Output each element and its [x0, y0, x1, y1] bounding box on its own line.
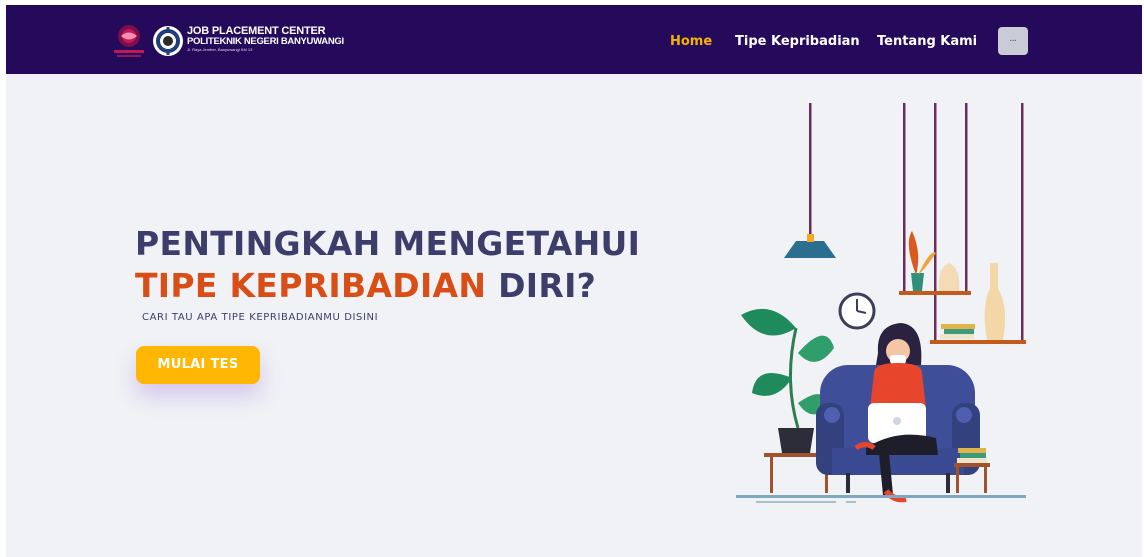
navbar: JOB PLACEMENT CENTER POLITEKNIK NEGERI B… — [6, 5, 1142, 74]
hero-illustration — [736, 103, 1026, 503]
hero-title: PENTINGKAH MENGETAHUI — [135, 224, 641, 263]
nav-home[interactable]: Home — [670, 34, 712, 49]
hero-title-line2: TIPE KEPRIBADIAN DIRI? — [135, 266, 596, 305]
user-menu-button[interactable]: ••• — [998, 27, 1028, 55]
user-menu-dots: ••• — [1009, 38, 1017, 43]
hero-title-rest: DIRI? — [486, 266, 597, 305]
hero-title-accent: TIPE KEPRIBADIAN — [135, 266, 487, 305]
circle-emblem-logo[interactable] — [106, 19, 152, 63]
hero-subtitle: CARI TAU APA TIPE KEPRIBADIANMU DISINI — [142, 312, 379, 323]
logo-subtitle: POLITEKNIK NEGERI BANYUWANGI — [187, 36, 344, 47]
logo-address: Jl. Raya Jember, Banyuwangi KM 13 — [187, 47, 253, 52]
nav-tipe-kepribadian[interactable]: Tipe Kepribadian — [735, 34, 860, 49]
gear-emblem-logo[interactable] — [152, 25, 184, 57]
nav-tentang-kami[interactable]: Tentang Kami — [877, 34, 977, 49]
logo-text: JOB PLACEMENT CENTER POLITEKNIK NEGERI B… — [187, 26, 344, 53]
start-test-button[interactable]: MULAI TES — [136, 346, 260, 384]
page: JOB PLACEMENT CENTER POLITEKNIK NEGERI B… — [6, 5, 1142, 557]
